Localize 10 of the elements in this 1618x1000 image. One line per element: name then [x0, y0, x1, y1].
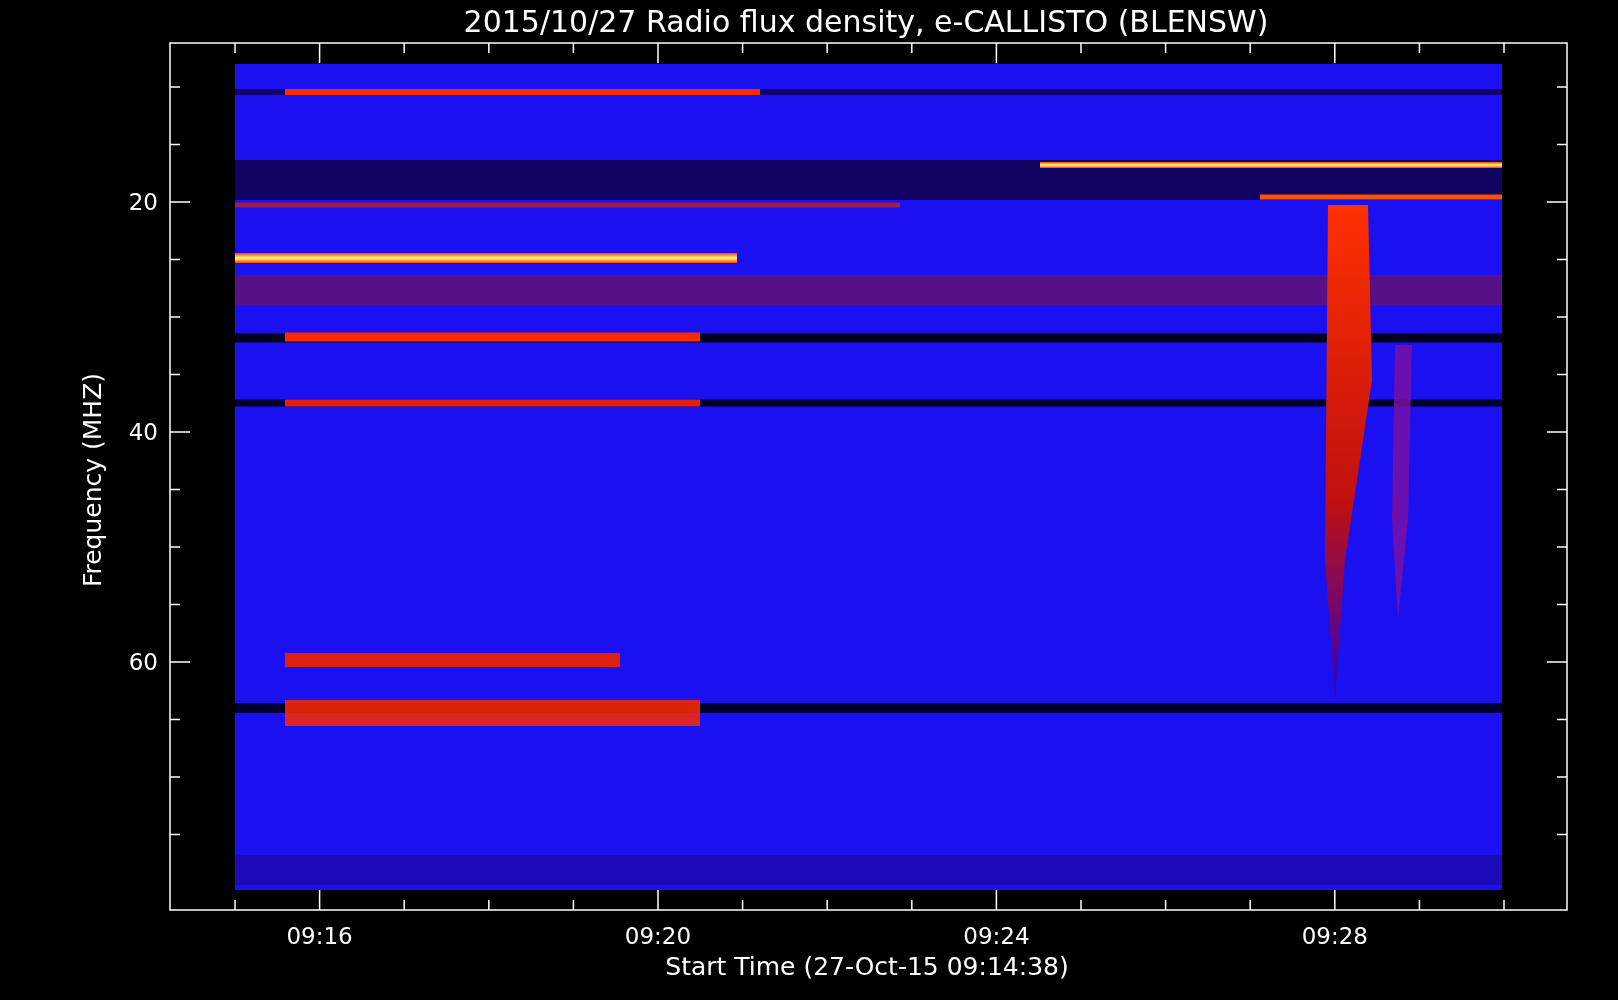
y-tick-label: 40	[128, 419, 158, 445]
y-axis-label: Frequency (MHZ)	[78, 372, 107, 588]
x-tick-label: 09:24	[963, 923, 1030, 949]
y-tick-label: 20	[128, 189, 158, 215]
chart-title: 2015/10/27 Radio flux density, e-CALLISTO (BLENSW)	[463, 4, 1269, 39]
x-tick-label: 09:16	[286, 923, 353, 949]
x-tick-label: 09:28	[1301, 923, 1368, 949]
x-tick-label: 09:20	[624, 923, 692, 949]
y-tick-label: 60	[128, 649, 158, 675]
x-axis-label: Start Time (27-Oct-15 09:14:38)	[665, 952, 1069, 981]
